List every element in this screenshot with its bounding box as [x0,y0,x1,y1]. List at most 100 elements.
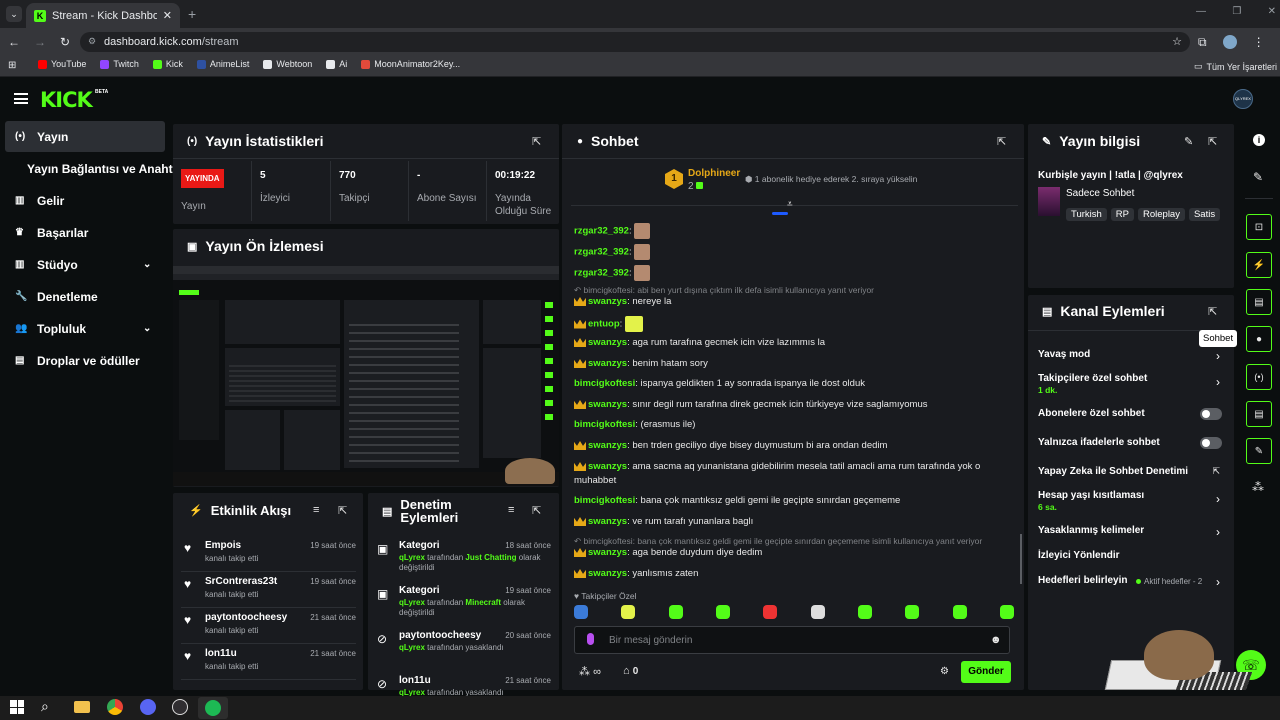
rail-stats-icon[interactable]: (•) [1246,364,1272,390]
activity-item[interactable]: ♥ lon11u kanalı takip etti 21 saat önce [181,646,356,680]
sidebar-item-7[interactable]: ▤ Droplar ve ödüller [5,345,140,376]
chat-settings-icon[interactable]: ⚙ [940,666,949,677]
chat-username[interactable]: swanzys [588,399,627,410]
external-link-icon[interactable]: ⇱ [1212,466,1220,477]
browser-menu-icon[interactable]: ⋮ [1253,35,1265,50]
reload-icon[interactable]: ↻ [60,35,70,49]
chat-message[interactable]: rzgar32_392: [574,265,651,281]
channel-action[interactable]: Yalnızca ifadelerle sohbet [1038,437,1226,457]
chevron-down-icon[interactable]: ⌄ [143,323,151,334]
chat-username[interactable]: swanzys [588,547,627,558]
kick-logo[interactable]: KICK [40,88,93,112]
chrome-icon[interactable] [107,699,123,715]
discord-icon[interactable] [140,699,156,715]
obs-icon[interactable] [172,699,188,715]
chat-username[interactable]: rzgar32_392 [574,268,629,279]
minimize-icon[interactable]: — [1196,6,1206,17]
rail-preview-icon[interactable]: ⊡ [1246,214,1272,240]
moderation-item[interactable]: ⊘ paytontoocheesy 20 saat önce qLyrex taraf… [375,628,551,672]
user-avatar[interactable]: QLYREX [1233,89,1253,109]
tag-chip[interactable]: RP [1110,208,1134,221]
profile-avatar[interactable] [1222,35,1237,49]
filter-activity-icon[interactable]: ≡ [313,504,319,516]
extensions-icon[interactable]: ⧉ [1198,35,1207,50]
activity-item[interactable]: ♥ paytontoocheesy kanalı takip etti 21 saat… [181,610,356,644]
gift-box-icon[interactable]: ⌂ 0 [623,665,638,677]
filter-moderation-icon[interactable]: ≡ [508,504,514,516]
close-window-icon[interactable]: ✕ [1268,6,1276,17]
site-info-icon[interactable]: ⚙ [88,36,96,47]
chat-message[interactable]: swanzys: aga rum tarafına gecmek icin vi… [574,337,825,349]
expand-actions-icon[interactable]: ⇱ [1208,305,1217,318]
chat-username[interactable]: entuop [588,319,620,330]
channel-action[interactable]: Yapay Zeka ile Sohbet Denetimi ⇱ [1038,466,1226,486]
channel-action[interactable]: Hesap yaşı kısıtlaması 6 sa. › [1038,490,1226,520]
chat-message[interactable]: rzgar32_392: [574,223,651,239]
rail-activity-icon[interactable]: ⚡ [1246,252,1272,278]
chat-username[interactable]: swanzys [588,516,627,527]
chat-username[interactable]: bimcigkoftesi [574,495,635,506]
chat-username[interactable]: rzgar32_392 [574,226,629,237]
chevron-right-icon[interactable]: › [1216,492,1220,506]
channel-action[interactable]: Abonelere özel sohbet [1038,408,1226,428]
expand-chat-icon[interactable]: ⇱ [997,135,1006,148]
apps-icon[interactable]: ⊞ [8,60,16,71]
tag-chip[interactable]: Satis [1188,208,1221,221]
channel-action[interactable]: Hedefleri belirleyin › Aktif hedefler - 2 [1038,575,1226,595]
chat-username[interactable]: bimcigkoftesi [574,419,635,430]
chat-message[interactable]: swanzys: nereye la [574,296,671,308]
expand-activity-icon[interactable]: ⇱ [338,504,347,517]
rail-actions-icon[interactable]: ▤ [1246,401,1272,427]
chat-message[interactable]: swanzys: ben trden geciliyo diye bisey d… [574,440,887,452]
points-icon[interactable]: ⁂ ∞ [579,665,601,678]
chat-username[interactable]: swanzys [588,568,627,579]
chat-message[interactable]: swanzys: ve rum tarafı yunanlara baglı [574,516,753,528]
quick-emote-icon[interactable] [574,605,588,619]
activity-item[interactable]: ♥ SrContreras23t kanalı takip etti 19 saat … [181,574,356,608]
forward-icon[interactable]: → [34,35,46,49]
chat-username[interactable]: swanzys [588,337,627,348]
all-bookmarks[interactable]: ▭ Tüm Yer İşaretleri [1194,59,1277,74]
sidebar-item-5[interactable]: 🔧 Denetleme [5,281,98,312]
quick-emote-icon[interactable] [715,605,730,619]
expand-moderation-icon[interactable]: ⇱ [532,504,541,517]
bookmark-star-icon[interactable]: ☆ [1172,35,1182,48]
quick-emote-icon[interactable] [952,605,967,619]
sidebar-item-0[interactable]: (•) Yayın [5,121,68,152]
moderation-item[interactable]: ▣ Kategori 18 saat önce qLyrex tarafından J… [375,538,551,582]
quick-emote-icon[interactable] [763,605,778,619]
close-tab-icon[interactable]: ✕ [163,9,172,22]
quick-emote-icon[interactable] [857,605,872,619]
quick-emote-icon[interactable] [621,605,636,619]
window-controls[interactable]: — ❐ ✕ [1196,6,1276,17]
bookmark-item[interactable]: Twitch [100,59,139,69]
chevron-down-icon[interactable]: ⌄ [143,259,151,270]
bookmark-item[interactable]: MoonAnimator2Key... [361,59,460,69]
channel-action[interactable]: Yavaş mod › [1038,349,1226,369]
spotify-icon[interactable] [198,697,228,719]
edit-rail-icon[interactable]: ✎ [1253,170,1263,184]
pinned-gifter-name[interactable]: Dolphineer [688,168,740,179]
hamburger-menu-icon[interactable] [14,93,28,104]
rail-moderation-icon[interactable]: ▤ [1246,289,1272,315]
search-icon[interactable]: ⌕ [41,698,49,715]
chat-username[interactable]: swanzys [588,461,627,472]
chat-message[interactable]: bimcigkoftesi: bana çok mantıksız geldi … [574,495,900,507]
chat-username[interactable]: swanzys [588,358,627,369]
info-rail-icon[interactable]: i [1253,134,1265,146]
bookmark-item[interactable]: Ai [326,59,347,69]
chat-message[interactable]: swanzys: sınır degil rum tarafına direk … [574,399,928,411]
new-tab-button[interactable]: + [188,6,196,22]
expand-stats-icon[interactable]: ⇱ [532,135,541,148]
scroll-down-icon[interactable]: ⩡ [787,199,793,210]
sidebar-item-4[interactable]: ▥ Stüdyo ⌄ [5,249,151,280]
chat-username[interactable]: swanzys [588,440,627,451]
tag-chip[interactable]: Roleplay [1138,208,1185,221]
chevron-right-icon[interactable]: › [1216,575,1220,589]
chat-username[interactable]: rzgar32_392 [574,247,629,258]
chat-message[interactable]: entuop: [574,316,643,332]
chat-message[interactable]: bimcigkoftesi: (erasmus ile) [574,419,695,431]
address-bar[interactable]: ⚙ dashboard.kick.com/stream ☆ [80,32,1190,52]
file-explorer-icon[interactable] [74,701,90,713]
quick-emote-icon[interactable] [810,605,825,619]
